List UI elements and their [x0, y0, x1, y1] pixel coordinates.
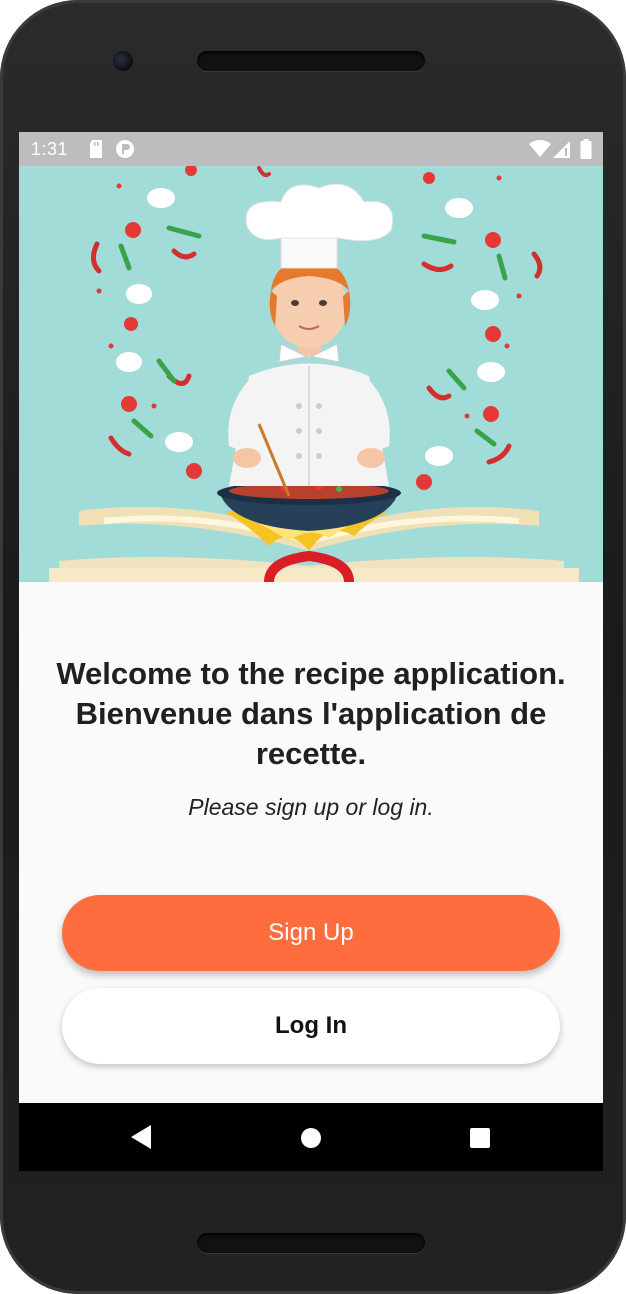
sd-card-icon — [89, 139, 103, 164]
app-screen: 1:31 Welcome to the recipe application. … — [19, 132, 603, 1171]
recents-icon[interactable] — [469, 1127, 491, 1154]
status-bar: 1:31 — [19, 132, 603, 166]
back-icon[interactable] — [129, 1123, 153, 1156]
status-time: 1:31 — [31, 139, 69, 159]
signal-icon — [553, 139, 571, 164]
phone-frame: 1:31 Welcome to the recipe application. … — [0, 0, 626, 1294]
welcome-subtitle: Please sign up or log in. — [188, 794, 434, 820]
front-camera — [113, 51, 133, 71]
welcome-title-line-2: Bienvenue dans l'application de — [75, 696, 547, 731]
welcome-title-line-3: recette. — [255, 736, 367, 771]
log-in-button[interactable]: Log In — [62, 988, 560, 1064]
welcome-title: Welcome to the recipe application. Bienv… — [29, 654, 593, 774]
wifi-icon — [529, 139, 551, 164]
battery-icon — [580, 139, 592, 164]
sign-up-button[interactable]: Sign Up — [62, 895, 560, 971]
bottom-speaker — [197, 1233, 425, 1253]
welcome-title-line-1: Welcome to the recipe application. — [56, 656, 566, 691]
data-saver-icon — [115, 139, 135, 164]
home-icon[interactable] — [300, 1127, 322, 1154]
hero-illustration — [19, 166, 603, 582]
system-nav-bar — [19, 1103, 603, 1171]
top-speaker — [197, 51, 425, 71]
chef-cooking-illustration — [49, 166, 579, 582]
